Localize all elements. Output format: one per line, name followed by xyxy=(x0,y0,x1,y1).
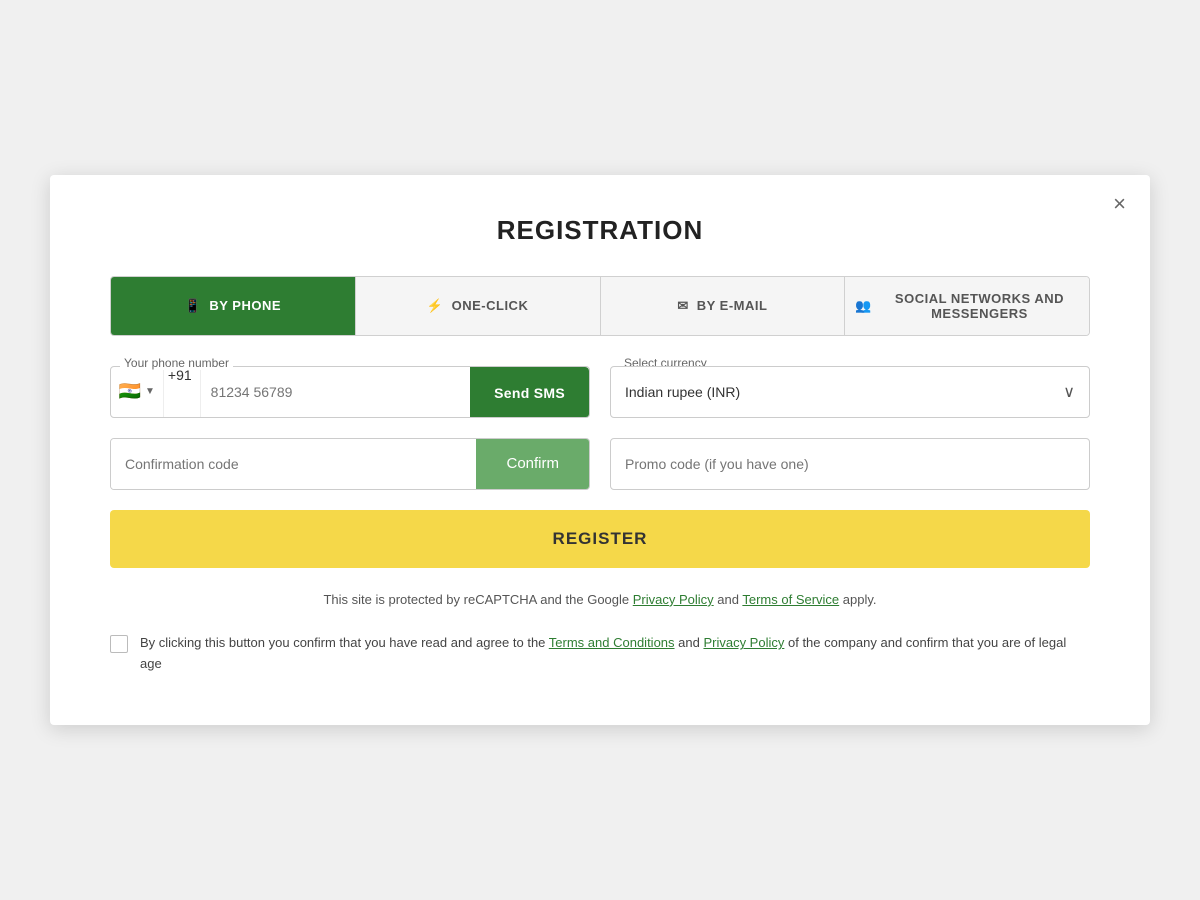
send-sms-button[interactable]: Send SMS xyxy=(470,367,589,418)
recaptcha-and: and xyxy=(714,592,743,607)
promo-code-input[interactable] xyxy=(610,438,1090,490)
confirmation-group: Confirm xyxy=(110,438,590,490)
phone-group: Your phone number 🇮🇳 ▼ +91 Send SMS xyxy=(110,366,590,418)
currency-selector[interactable]: Indian rupee (INR) ∨ xyxy=(610,366,1090,418)
promo-group xyxy=(610,438,1090,490)
country-flag: 🇮🇳 xyxy=(119,384,141,400)
recaptcha-suffix: apply. xyxy=(839,592,876,607)
tab-one-click[interactable]: ⚡ ONE-CLICK xyxy=(356,277,601,335)
confirmation-code-input[interactable] xyxy=(111,439,476,489)
tab-social[interactable]: 👥 SOCIAL NETWORKS AND MESSENGERS xyxy=(845,277,1089,335)
phone-number-input[interactable] xyxy=(201,367,470,417)
currency-group: Select currency Indian rupee (INR) ∨ xyxy=(610,366,1090,418)
phone-tab-label: BY PHONE xyxy=(209,298,281,313)
phone-input-container: 🇮🇳 ▼ +91 Send SMS xyxy=(110,366,590,418)
currency-value: Indian rupee (INR) xyxy=(625,384,1053,400)
confirm-button[interactable]: Confirm xyxy=(476,439,589,489)
recaptcha-prefix: This site is protected by reCAPTCHA and … xyxy=(323,592,632,607)
email-icon: ✉ xyxy=(677,298,688,314)
recaptcha-notice: This site is protected by reCAPTCHA and … xyxy=(110,590,1090,610)
terms-checkbox[interactable] xyxy=(110,635,128,653)
close-button[interactable]: × xyxy=(1113,193,1126,215)
country-selector[interactable]: 🇮🇳 ▼ xyxy=(111,367,164,417)
phone-currency-row: Your phone number 🇮🇳 ▼ +91 Send SMS Sele… xyxy=(110,366,1090,418)
bolt-icon: ⚡ xyxy=(427,298,444,314)
terms-middle: and xyxy=(675,635,704,650)
terms-privacy-link[interactable]: Privacy Policy xyxy=(703,635,784,650)
social-icon: 👥 xyxy=(855,298,872,314)
registration-modal: × REGISTRATION 📱 BY PHONE ⚡ ONE-CLICK ✉ … xyxy=(50,175,1150,725)
confirmation-promo-row: Confirm xyxy=(110,438,1090,490)
social-tab-label: SOCIAL NETWORKS AND MESSENGERS xyxy=(880,291,1079,321)
one-click-tab-label: ONE-CLICK xyxy=(452,298,529,313)
currency-chevron-icon: ∨ xyxy=(1063,382,1075,402)
terms-prefix: By clicking this button you confirm that… xyxy=(140,635,549,650)
phone-label: Your phone number xyxy=(120,356,233,370)
privacy-policy-link[interactable]: Privacy Policy xyxy=(633,592,714,607)
terms-row: By clicking this button you confirm that… xyxy=(110,633,1090,675)
terms-of-service-link[interactable]: Terms of Service xyxy=(742,592,839,607)
registration-tabs: 📱 BY PHONE ⚡ ONE-CLICK ✉ BY E-MAIL 👥 SOC… xyxy=(110,276,1090,336)
phone-tab-icon: 📱 xyxy=(185,298,202,314)
tab-by-email[interactable]: ✉ BY E-MAIL xyxy=(601,277,846,335)
tab-by-phone[interactable]: 📱 BY PHONE xyxy=(111,277,356,335)
terms-and-conditions-link[interactable]: Terms and Conditions xyxy=(549,635,675,650)
modal-title: REGISTRATION xyxy=(110,215,1090,246)
terms-text: By clicking this button you confirm that… xyxy=(140,633,1090,675)
email-tab-label: BY E-MAIL xyxy=(697,298,768,313)
confirmation-input-wrapper: Confirm xyxy=(110,438,590,490)
phone-code: +91 xyxy=(164,367,201,417)
register-button[interactable]: REGISTER xyxy=(110,510,1090,568)
country-chevron-icon: ▼ xyxy=(145,386,155,397)
